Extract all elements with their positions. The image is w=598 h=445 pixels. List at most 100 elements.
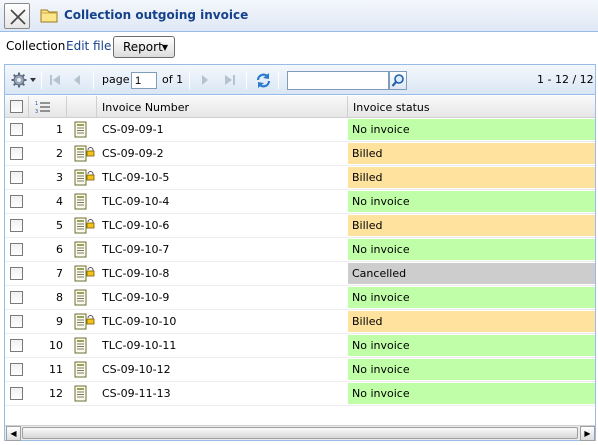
row-checkbox[interactable] (10, 147, 23, 160)
table-row[interactable]: 5 TLC-09-10-6 Billed (5, 214, 595, 238)
table-row[interactable]: 11 CS-09-10-12 No invoice (5, 358, 595, 382)
row-checkbox[interactable] (10, 123, 23, 136)
locked-document-icon[interactable] (74, 313, 96, 331)
numbered-list-icon: 1 3 (35, 101, 50, 114)
row-checkbox[interactable] (10, 291, 23, 304)
invoice-status-cell: No invoice (348, 239, 595, 260)
menu-bar: Collection Edit file Report ▼ (0, 34, 598, 62)
invoice-number-cell: CS-09-11-13 (102, 387, 171, 400)
table-row[interactable]: 2 CS-09-09-2 Billed (5, 142, 595, 166)
invoice-number-cell: TLC-09-10-11 (102, 339, 177, 352)
invoice-number-cell: TLC-09-10-8 (102, 267, 170, 280)
row-checkbox[interactable] (10, 387, 23, 400)
prev-page-icon[interactable] (71, 72, 83, 88)
table-row[interactable]: 10 TLC-09-10-11 No invoice (5, 334, 595, 358)
page-number-input[interactable] (131, 72, 157, 89)
menu-collection[interactable]: Collection (6, 39, 65, 53)
row-number: 2 (56, 147, 63, 160)
row-number: 12 (49, 387, 63, 400)
close-button[interactable] (4, 3, 30, 29)
header-invoice-status[interactable]: Invoice status (348, 96, 595, 118)
table-row[interactable]: 12 CS-09-11-13 No invoice (5, 382, 595, 406)
table-row[interactable]: 7 TLC-09-10-8 Cancelled (5, 262, 595, 286)
report-dropdown-button[interactable]: Report ▼ (113, 36, 175, 58)
invoice-status-cell: Billed (348, 167, 595, 188)
row-number: 6 (56, 243, 63, 256)
row-number: 3 (56, 171, 63, 184)
window-titlebar: Collection outgoing invoice (0, 0, 598, 32)
invoice-number-cell: TLC-09-10-4 (102, 195, 170, 208)
document-icon[interactable] (74, 289, 96, 307)
invoice-number-header-label: Invoice Number (102, 101, 190, 114)
row-checkbox[interactable] (10, 171, 23, 184)
select-all-checkbox[interactable] (10, 100, 23, 113)
invoice-number-cell: TLC-09-10-6 (102, 219, 170, 232)
table-row[interactable]: 3 TLC-09-10-5 Billed (5, 166, 595, 190)
invoice-status-cell: No invoice (348, 287, 595, 308)
document-icon[interactable] (74, 361, 96, 379)
locked-document-icon[interactable] (74, 265, 96, 283)
paging-toolbar: page of 1 1 - 12 / 12 (5, 65, 595, 95)
next-page-icon[interactable] (199, 72, 211, 88)
table-row[interactable]: 6 TLC-09-10-7 No invoice (5, 238, 595, 262)
header-select-all[interactable] (5, 96, 29, 118)
horizontal-scrollbar[interactable]: ◀ ▶ (5, 425, 595, 441)
row-number: 9 (56, 315, 63, 328)
scroll-right-button[interactable]: ▶ (580, 426, 595, 441)
table-row[interactable]: 4 TLC-09-10-4 No invoice (5, 190, 595, 214)
table-row[interactable]: 1 CS-09-09-1 No invoice (5, 118, 595, 142)
invoice-number-cell: CS-09-09-1 (102, 123, 164, 136)
row-checkbox[interactable] (10, 195, 23, 208)
row-number: 5 (56, 219, 63, 232)
document-icon[interactable] (74, 337, 96, 355)
invoice-number-cell: TLC-09-10-9 (102, 291, 170, 304)
invoice-number-cell: TLC-09-10-5 (102, 171, 170, 184)
svg-text:3: 3 (35, 109, 38, 114)
document-icon[interactable] (74, 385, 96, 403)
invoice-status-cell: Billed (348, 311, 595, 332)
refresh-icon[interactable] (255, 72, 272, 89)
table-row[interactable]: 8 TLC-09-10-9 No invoice (5, 286, 595, 310)
gear-icon[interactable] (11, 72, 37, 88)
row-number: 11 (49, 363, 63, 376)
document-icon[interactable] (74, 241, 96, 259)
invoice-status-cell: No invoice (348, 119, 595, 140)
window-title: Collection outgoing invoice (64, 8, 249, 22)
chevron-down-icon: ▼ (161, 43, 168, 52)
search-icon (391, 74, 404, 87)
menu-edit-file[interactable]: Edit file (66, 39, 111, 53)
scroll-left-button[interactable]: ◀ (6, 426, 21, 441)
locked-document-icon[interactable] (74, 217, 96, 235)
svg-text:1: 1 (35, 101, 38, 107)
invoice-number-cell: TLC-09-10-10 (102, 315, 177, 328)
document-icon[interactable] (74, 193, 96, 211)
header-invoice-number[interactable]: Invoice Number (97, 96, 348, 118)
locked-document-icon[interactable] (74, 169, 96, 187)
invoice-status-cell: Billed (348, 143, 595, 164)
grid-rows: 1 CS-09-09-1 No invoice 2 CS-09-09-2 Billed 3 T… (5, 118, 595, 406)
page-count-label: of 1 (162, 73, 184, 86)
search-button[interactable] (389, 71, 407, 90)
invoice-number-cell: TLC-09-10-7 (102, 243, 170, 256)
last-page-icon[interactable] (223, 72, 237, 88)
report-label: Report (123, 40, 163, 54)
page-label: page (102, 73, 130, 86)
invoice-number-cell: CS-09-09-2 (102, 147, 164, 160)
invoice-status-cell: Billed (348, 215, 595, 236)
scrollbar-thumb[interactable] (22, 427, 578, 439)
row-checkbox[interactable] (10, 267, 23, 280)
table-row[interactable]: 9 TLC-09-10-10 Billed (5, 310, 595, 334)
row-checkbox[interactable] (10, 315, 23, 328)
row-checkbox[interactable] (10, 243, 23, 256)
row-checkbox[interactable] (10, 219, 23, 232)
invoice-status-cell: Cancelled (348, 263, 595, 284)
document-icon[interactable] (74, 121, 96, 139)
search-input[interactable] (287, 71, 389, 90)
invoice-status-cell: No invoice (348, 335, 595, 356)
locked-document-icon[interactable] (74, 145, 96, 163)
row-number: 4 (56, 195, 63, 208)
row-checkbox[interactable] (10, 339, 23, 352)
first-page-icon[interactable] (48, 72, 62, 88)
row-checkbox[interactable] (10, 363, 23, 376)
invoice-status-header-label: Invoice status (353, 101, 430, 114)
